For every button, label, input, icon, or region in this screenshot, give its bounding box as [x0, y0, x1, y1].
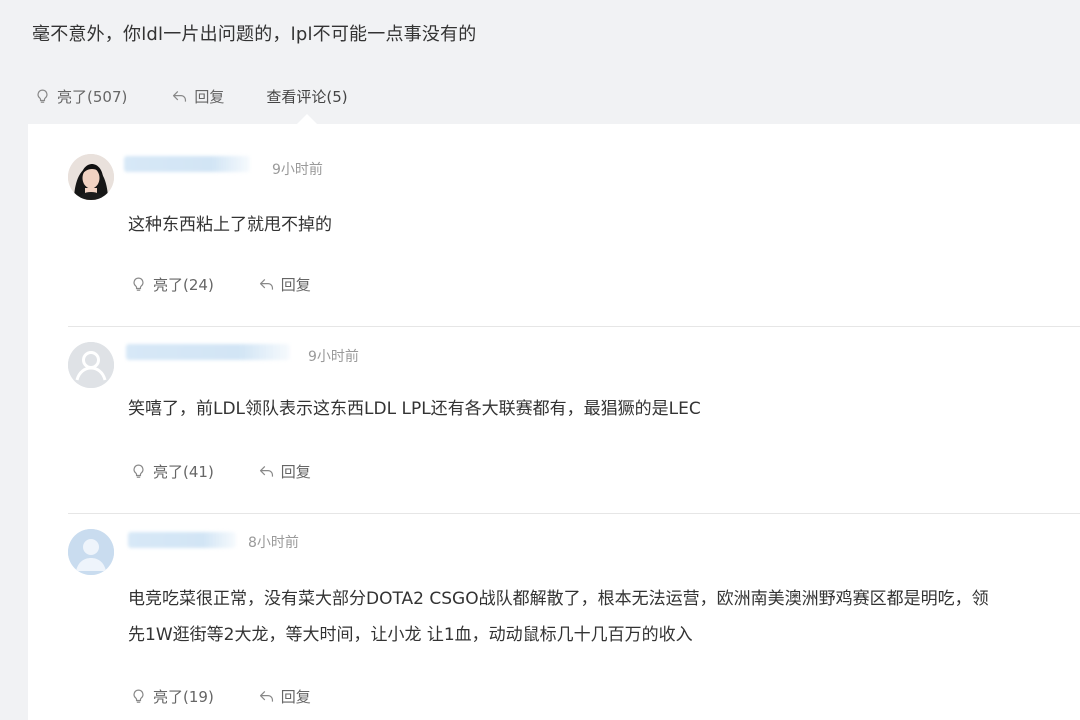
reply-arrow-icon	[259, 690, 273, 702]
reply-reply-button[interactable]: 回复	[258, 274, 311, 295]
reply-text-line-1: 电竞吃菜很正常，没有菜大部分DOTA2 CSGO战队都解散了，根本无法运营，欧洲…	[128, 589, 989, 609]
reply-time: 9小时前	[308, 349, 359, 365]
reply-like-button[interactable]: 亮了(24)	[130, 274, 214, 295]
view-comments-button[interactable]: 查看评论(5)	[266, 86, 347, 107]
lightbulb-icon	[133, 277, 144, 291]
parent-reply-button[interactable]: 回复	[171, 86, 224, 107]
reply-text: 笑嘻了，前LDL领队表示这东西LDL LPL还有各大联赛都有，最猖獗的是LEC	[128, 399, 701, 419]
divider	[68, 326, 1080, 327]
reply-item: 9小时前 这种东西粘上了就甩不掉的 亮了(24) 回复	[68, 152, 1058, 332]
reply-item: 9小时前 笑嘻了，前LDL领队表示这东西LDL LPL还有各大联赛都有，最猖獗的…	[68, 340, 1058, 520]
avatar[interactable]	[68, 342, 114, 388]
lightbulb-icon	[133, 464, 144, 478]
default-avatar-icon	[68, 342, 114, 388]
reply-time: 9小时前	[272, 162, 323, 178]
view-comments-label: 查看评论(5)	[266, 87, 348, 106]
reply-reply-label: 回复	[280, 463, 311, 481]
parent-comment-text: 毫不意外，你ldl一片出问题的，lpl不可能一点事没有的	[32, 24, 477, 45]
username-blurred[interactable]	[126, 344, 290, 360]
reply-actions: 亮了(19) 回复	[130, 686, 311, 707]
reply-reply-label: 回复	[280, 276, 311, 294]
reply-arrow-icon	[259, 278, 273, 290]
reply-like-label: 亮了(24)	[153, 276, 214, 294]
reply-like-button[interactable]: 亮了(19)	[130, 686, 214, 707]
reply-item: 8小时前 电竞吃菜很正常，没有菜大部分DOTA2 CSGO战队都解散了，根本无法…	[68, 526, 1058, 720]
reply-actions: 亮了(41) 回复	[130, 461, 311, 482]
lightbulb-icon	[133, 689, 144, 703]
reply-reply-label: 回复	[280, 688, 311, 706]
reply-arrow-icon	[173, 90, 187, 102]
parent-like-button[interactable]: 亮了(507)	[34, 86, 127, 107]
parent-reply-label: 回复	[194, 87, 225, 106]
reply-arrow-icon	[259, 465, 273, 477]
replies-panel: 9小时前 这种东西粘上了就甩不掉的 亮了(24) 回复 9小时前 笑嘻了，前LD…	[28, 124, 1080, 720]
reply-time: 8小时前	[248, 535, 299, 551]
reply-like-label: 亮了(41)	[153, 463, 214, 481]
parent-like-label: 亮了(507)	[57, 87, 128, 106]
reply-like-button[interactable]: 亮了(41)	[130, 461, 214, 482]
avatar[interactable]	[68, 154, 114, 200]
default-avatar-icon	[68, 529, 114, 575]
username-blurred[interactable]	[124, 156, 250, 172]
reply-actions: 亮了(24) 回复	[130, 274, 311, 295]
parent-comment-actions: 亮了(507) 回复 查看评论(5)	[34, 84, 348, 108]
divider	[68, 513, 1080, 514]
reply-reply-button[interactable]: 回复	[258, 461, 311, 482]
username-blurred[interactable]	[128, 532, 236, 548]
reply-reply-button[interactable]: 回复	[258, 686, 311, 707]
reply-text: 这种东西粘上了就甩不掉的	[128, 215, 332, 235]
reply-like-label: 亮了(19)	[153, 688, 214, 706]
avatar[interactable]	[68, 529, 114, 575]
lightbulb-icon	[37, 89, 48, 103]
avatar-image	[68, 154, 114, 200]
reply-text-line-2: 先1W逛街等2大龙，等大时间，让小龙 让1血，动动鼠标几十几百万的收入	[128, 625, 693, 645]
